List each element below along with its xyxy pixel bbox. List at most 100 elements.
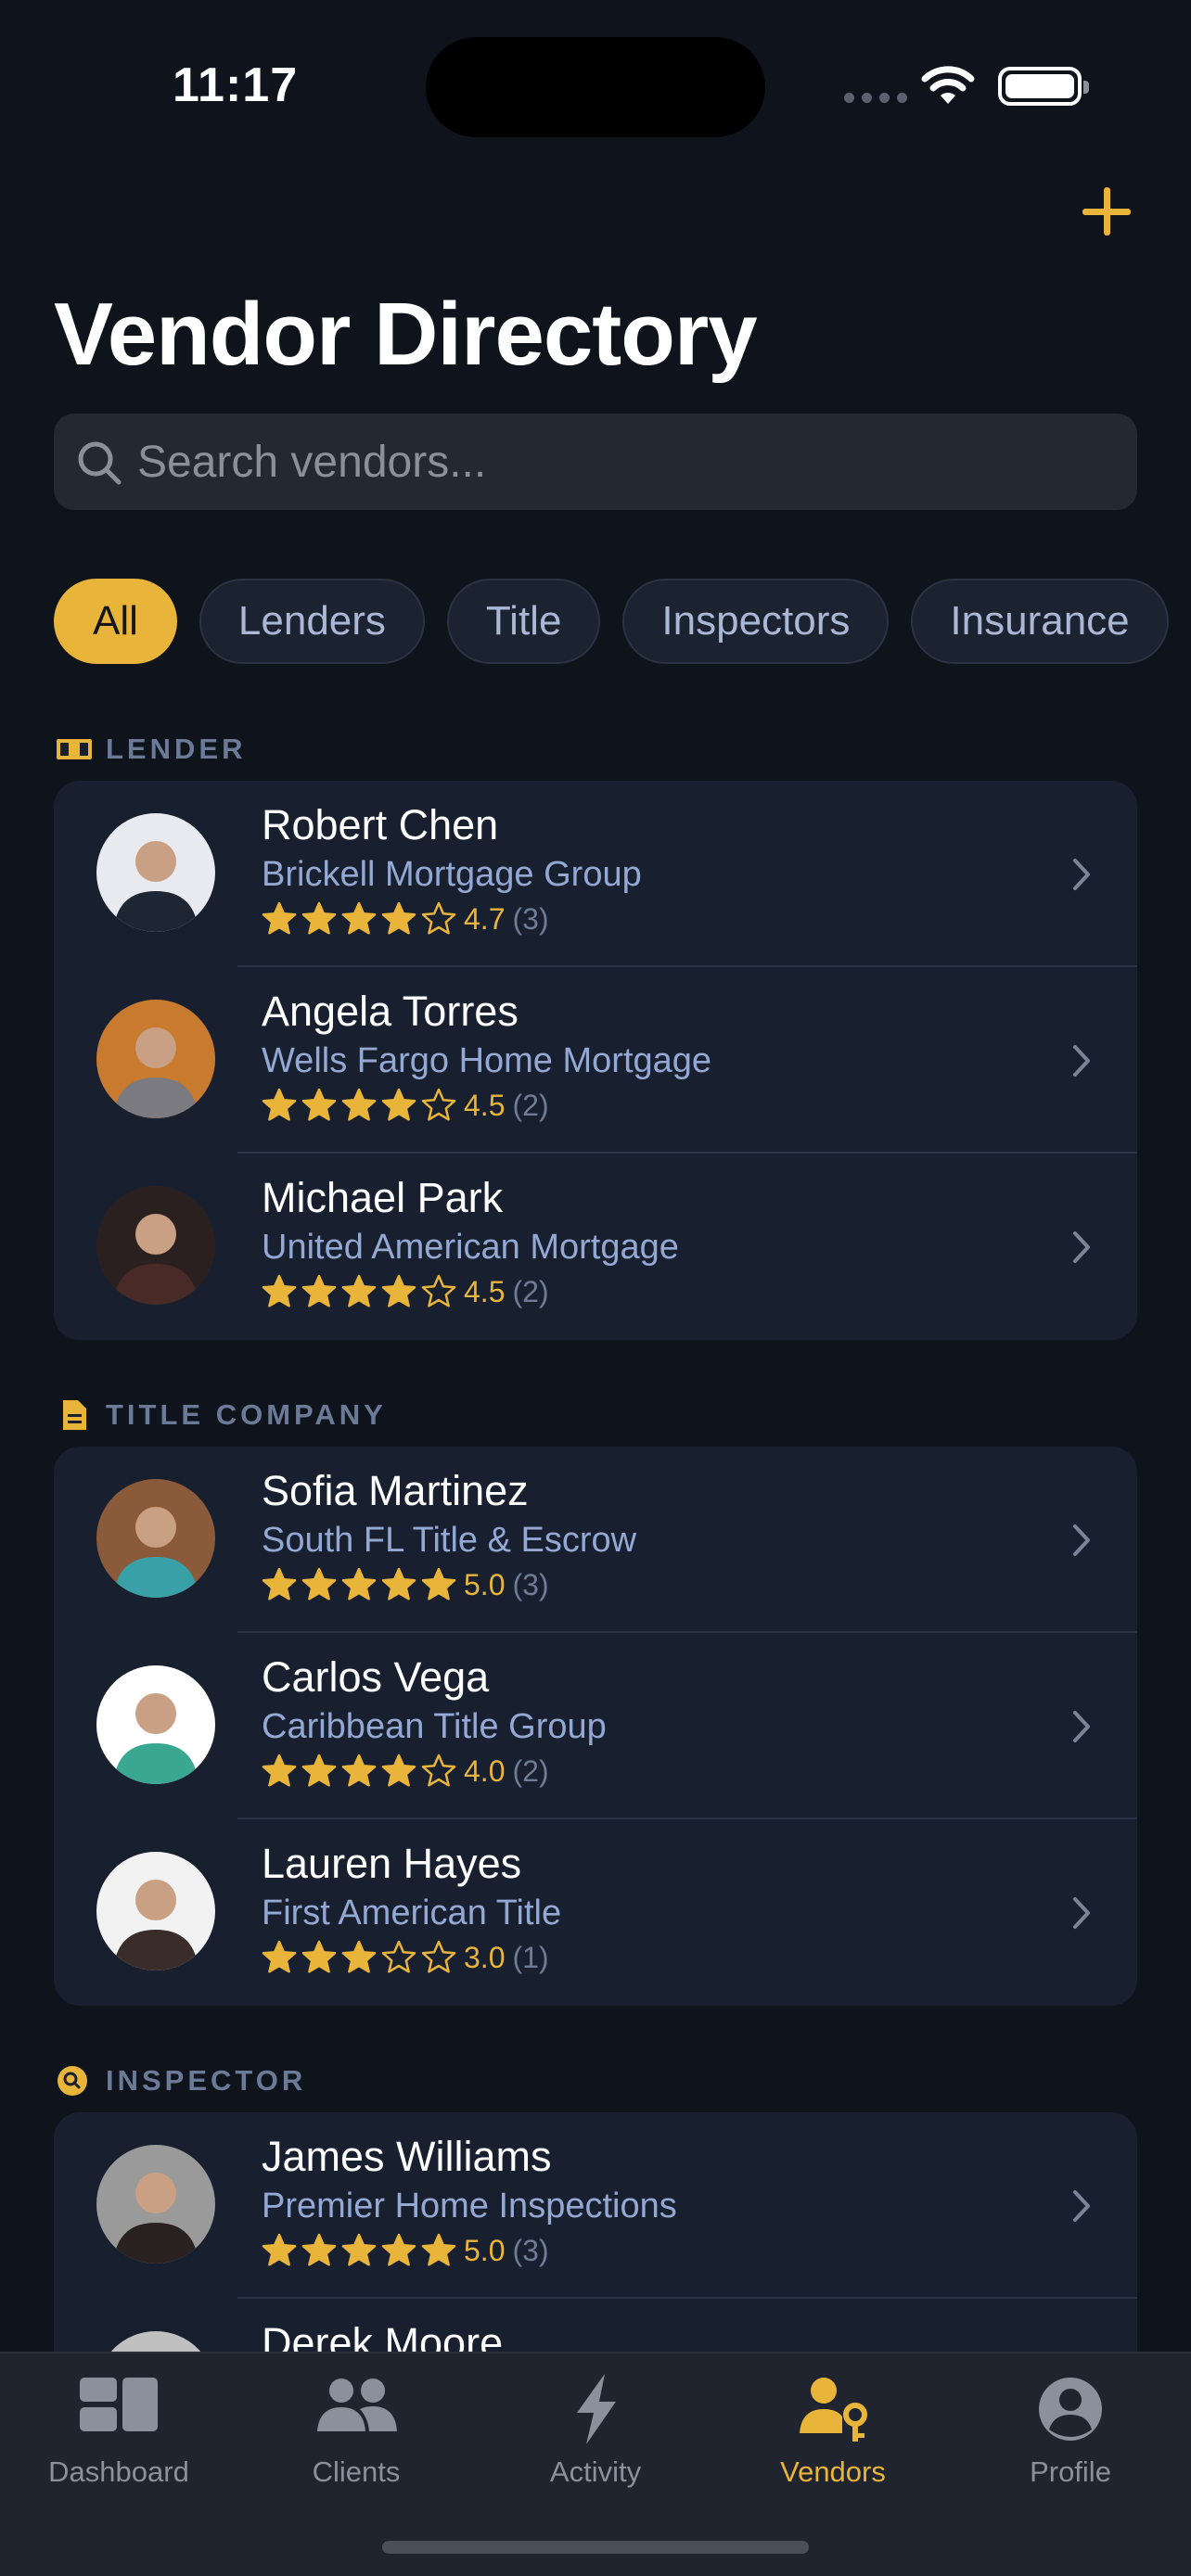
star-filled-icon [421, 2233, 456, 2266]
star-empty-icon [421, 1088, 456, 1121]
home-indicator [382, 2541, 809, 2554]
avatar [96, 1665, 215, 1784]
vendor-name: Sofia Martinez [262, 1467, 529, 1514]
money-icon [57, 739, 92, 759]
filter-chips: All Lenders Title Inspectors Insurance [54, 579, 1169, 664]
filter-chip-title[interactable]: Title [446, 579, 601, 664]
star-filled-icon [341, 1567, 377, 1600]
star-filled-icon [381, 1567, 416, 1600]
vendor-rating: 5.0 (3) [262, 1567, 549, 1602]
star-empty-icon [421, 1274, 456, 1307]
star-rating [262, 1567, 456, 1602]
chevron-right-icon [1073, 1524, 1090, 1556]
dynamic-island [426, 37, 765, 137]
star-rating [262, 1088, 456, 1123]
rating-count: (2) [512, 1753, 549, 1788]
star-filled-icon [301, 1753, 337, 1787]
vendor-company: Caribbean Title Group [262, 1707, 607, 1746]
section-header-title-company: TITLE COMPANY [56, 1398, 387, 1432]
star-filled-icon [341, 1940, 377, 1973]
vendor-company: Brickell Mortgage Group [262, 855, 642, 894]
filter-chip-inspectors[interactable]: Inspectors [622, 579, 890, 664]
dashboard-icon [80, 2378, 158, 2431]
star-filled-icon [421, 1567, 456, 1600]
vendor-row[interactable]: Robert Chen Brickell Mortgage Group 4.7 … [54, 781, 1137, 967]
star-empty-icon [421, 1753, 456, 1787]
chevron-right-icon [1073, 1045, 1090, 1077]
avatar-photo [113, 2173, 198, 2264]
vendor-row[interactable]: Carlos Vega Caribbean Title Group 4.0 (2… [54, 1633, 1137, 1819]
rating-value: 4.5 [464, 1274, 506, 1308]
star-filled-icon [301, 1940, 337, 1973]
profile-icon [1039, 2378, 1102, 2441]
star-filled-icon [262, 1567, 297, 1600]
vendor-key-icon [800, 2378, 867, 2442]
star-filled-icon [381, 1274, 416, 1307]
magnifier-badge-icon [58, 2066, 87, 2096]
vendor-rating: 5.0 (3) [262, 2233, 549, 2268]
add-vendor-button[interactable] [1076, 184, 1137, 245]
vendor-name: Michael Park [262, 1174, 504, 1221]
avatar-photo [113, 1693, 198, 1784]
wifi-icon [921, 66, 975, 104]
tab-label: Dashboard [48, 2455, 189, 2488]
star-filled-icon [381, 1088, 416, 1121]
bolt-icon [577, 2374, 616, 2444]
vendor-list-lender: Robert Chen Brickell Mortgage Group 4.7 … [54, 781, 1137, 1340]
search-bar[interactable] [54, 414, 1137, 510]
section-header-inspector: INSPECTOR [56, 2064, 306, 2098]
avatar [96, 2145, 215, 2264]
vendor-rating: 4.7 (3) [262, 901, 549, 937]
star-filled-icon [341, 1753, 377, 1787]
tab-vendors[interactable]: Vendors [714, 2372, 952, 2511]
section-title: INSPECTOR [106, 2064, 307, 2097]
tab-label: Activity [549, 2455, 642, 2488]
vendor-name: James Williams [262, 2133, 552, 2180]
vendor-name: Lauren Hayes [262, 1840, 522, 1887]
star-rating [262, 1753, 456, 1789]
star-filled-icon [341, 1088, 377, 1121]
star-filled-icon [381, 901, 416, 935]
avatar-photo [113, 1507, 198, 1598]
battery-icon [998, 67, 1089, 106]
tab-dashboard[interactable]: Dashboard [0, 2372, 237, 2511]
vendor-row[interactable]: Lauren Hayes First American Title 3.0 (1… [54, 1819, 1137, 2006]
filter-chip-lenders[interactable]: Lenders [198, 579, 425, 664]
section-title: LENDER [106, 733, 247, 765]
star-filled-icon [341, 2233, 377, 2266]
vendor-row[interactable]: Angela Torres Wells Fargo Home Mortgage … [54, 967, 1137, 1154]
tab-activity[interactable]: Activity [477, 2372, 714, 2511]
vendor-name: Robert Chen [262, 801, 499, 848]
chevron-right-icon [1073, 2190, 1090, 2222]
star-filled-icon [301, 901, 337, 935]
avatar [96, 1852, 215, 1970]
rating-count: (2) [512, 1088, 549, 1122]
filter-chip-all[interactable]: All [54, 579, 177, 664]
avatar-photo [113, 1880, 198, 1970]
tab-profile[interactable]: Profile [952, 2372, 1189, 2511]
vendor-row[interactable]: James Williams Premier Home Inspections … [54, 2112, 1137, 2299]
vendor-company: Premier Home Inspections [262, 2187, 677, 2225]
vendor-row[interactable]: Michael Park United American Mortgage 4.… [54, 1154, 1137, 1340]
rating-count: (1) [512, 1940, 549, 1974]
search-input[interactable] [137, 414, 1121, 510]
star-filled-icon [262, 1274, 297, 1307]
star-empty-icon [421, 901, 456, 935]
rating-count: (2) [512, 1274, 549, 1308]
star-filled-icon [341, 901, 377, 935]
vendor-row[interactable]: Sofia Martinez South FL Title & Escrow 5… [54, 1447, 1137, 1633]
rating-count: (3) [512, 1567, 549, 1601]
vendor-name: Angela Torres [262, 988, 519, 1035]
vendor-company: First American Title [262, 1894, 562, 1932]
star-filled-icon [381, 2233, 416, 2266]
rating-count: (3) [512, 2233, 549, 2267]
filter-chip-insurance[interactable]: Insurance [911, 579, 1169, 664]
vendor-name: Carlos Vega [262, 1653, 490, 1701]
avatar-photo [113, 1027, 198, 1118]
cellular-signal-icon [844, 93, 907, 103]
tab-clients[interactable]: Clients [237, 2372, 475, 2511]
chevron-right-icon [1073, 1711, 1090, 1742]
star-filled-icon [341, 1274, 377, 1307]
vendor-rating: 4.0 (2) [262, 1753, 549, 1789]
section-header-lender: LENDER [56, 733, 246, 766]
